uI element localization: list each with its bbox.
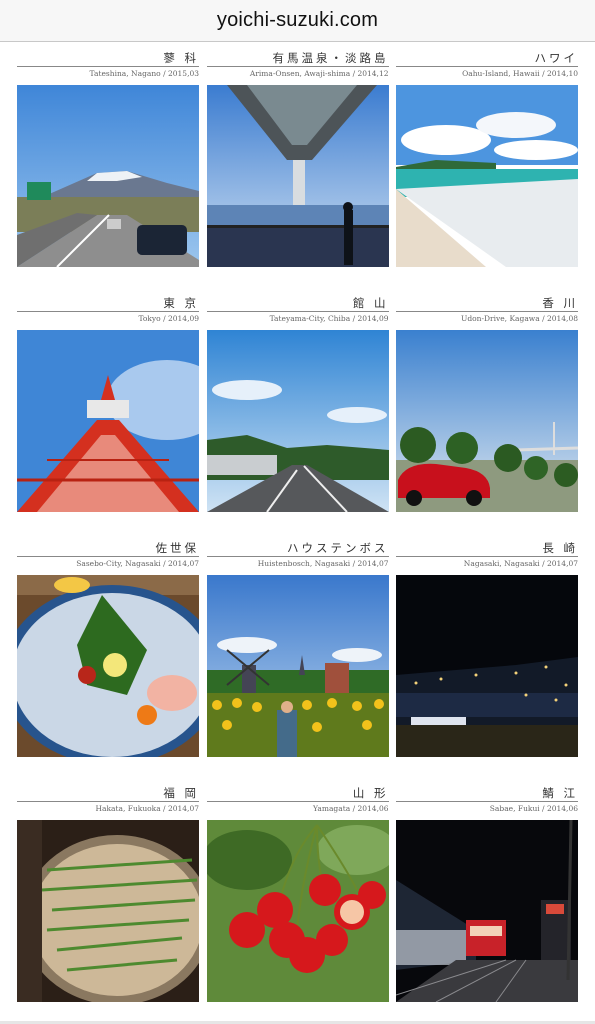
tokyo-tower-photo[interactable] — [17, 330, 199, 512]
post-card[interactable]: 有馬温泉・淡路島 Arima-Onsen, Awaji-shima / 2014… — [206, 41, 389, 286]
post-subtitle: Tateyama-City, Chiba / 2014,09 — [269, 314, 389, 323]
post-card[interactable]: 館 山 Tateyama-City, Chiba / 2014,09 — [206, 286, 389, 531]
cherries-photo[interactable] — [206, 820, 389, 1002]
divider — [396, 311, 578, 312]
divider — [17, 556, 199, 557]
post-card[interactable]: 福 岡 Hakata, Fukuoka / 2014,07 — [17, 776, 199, 1021]
post-card[interactable]: 長 崎 Nagasaki, Nagasaki / 2014,07 — [396, 531, 578, 776]
post-card[interactable]: 山 形 Yamagata / 2014,06 — [206, 776, 389, 1021]
bridge-underside-photo[interactable] — [206, 85, 389, 267]
divider — [206, 801, 389, 802]
post-subtitle: Arima-Onsen, Awaji-shima / 2014,12 — [249, 69, 389, 78]
post-subtitle: Sabae, Fukui / 2014,06 — [489, 804, 578, 813]
station-night-photo[interactable] — [396, 820, 578, 1002]
divider — [17, 66, 199, 67]
post-subtitle: Sasebo-City, Nagasaki / 2014,07 — [76, 559, 199, 568]
post-title[interactable]: 有馬温泉・淡路島 — [273, 50, 389, 66]
post-subtitle: Huistenbosch, Nagasaki / 2014,07 — [257, 559, 389, 568]
motsunabe-photo[interactable] — [17, 820, 199, 1002]
divider — [206, 311, 389, 312]
post-title[interactable]: 長 崎 — [542, 540, 578, 556]
post-subtitle: Tokyo / 2014,09 — [138, 314, 199, 323]
post-subtitle: Hakata, Fukuoka / 2014,07 — [95, 804, 199, 813]
post-grid: 蓼 科 Tateshina, Nagano / 2015,03 有馬温泉・淡路島… — [17, 41, 578, 1021]
post-card[interactable]: 香 川 Udon-Drive, Kagawa / 2014,08 — [396, 286, 578, 531]
post-card[interactable]: ハワイ Oahu-Island, Hawaii / 2014,10 — [396, 41, 578, 286]
fugu-sashimi-photo[interactable] — [17, 575, 199, 757]
post-title[interactable]: 福 岡 — [163, 785, 199, 801]
highway-mountain-photo[interactable] — [17, 85, 199, 267]
post-subtitle: Oahu-Island, Hawaii / 2014,10 — [462, 69, 578, 78]
red-car-photo[interactable] — [396, 330, 578, 512]
divider — [17, 801, 199, 802]
road-photo[interactable] — [206, 330, 389, 512]
post-card[interactable]: 佐世保 Sasebo-City, Nagasaki / 2014,07 — [17, 531, 199, 776]
divider — [396, 556, 578, 557]
post-subtitle: Yamagata / 2014,06 — [313, 804, 389, 813]
post-subtitle: Tateshina, Nagano / 2015,03 — [89, 69, 199, 78]
site-header: yoichi-suzuki.com — [0, 0, 595, 42]
post-title[interactable]: 東 京 — [163, 295, 199, 311]
divider — [206, 556, 389, 557]
post-subtitle: Udon-Drive, Kagawa / 2014,08 — [461, 314, 578, 323]
post-subtitle: Nagasaki, Nagasaki / 2014,07 — [463, 559, 578, 568]
divider — [396, 66, 578, 67]
post-title[interactable]: 香 川 — [542, 295, 578, 311]
windmill-sunflower-photo[interactable] — [206, 575, 389, 757]
post-title[interactable]: 佐世保 — [156, 540, 200, 556]
beach-photo[interactable] — [396, 85, 578, 267]
post-title[interactable]: 山 形 — [353, 785, 389, 801]
post-card[interactable]: 東 京 Tokyo / 2014,09 — [17, 286, 199, 531]
post-card[interactable]: ハウステンボス Huistenbosch, Nagasaki / 2014,07 — [206, 531, 389, 776]
post-title[interactable]: 蓼 科 — [163, 50, 199, 66]
post-card[interactable]: 蓼 科 Tateshina, Nagano / 2015,03 — [17, 41, 199, 286]
post-title[interactable]: ハウステンボス — [287, 540, 389, 556]
divider — [206, 66, 389, 67]
post-title[interactable]: 館 山 — [353, 295, 389, 311]
night-view-photo[interactable] — [396, 575, 578, 757]
divider — [396, 801, 578, 802]
site-title[interactable]: yoichi-suzuki.com — [217, 9, 378, 32]
divider — [17, 311, 199, 312]
post-title[interactable]: 鯖 江 — [542, 785, 578, 801]
post-card[interactable]: 鯖 江 Sabae, Fukui / 2014,06 — [396, 776, 578, 1021]
post-title[interactable]: ハワイ — [535, 50, 579, 66]
